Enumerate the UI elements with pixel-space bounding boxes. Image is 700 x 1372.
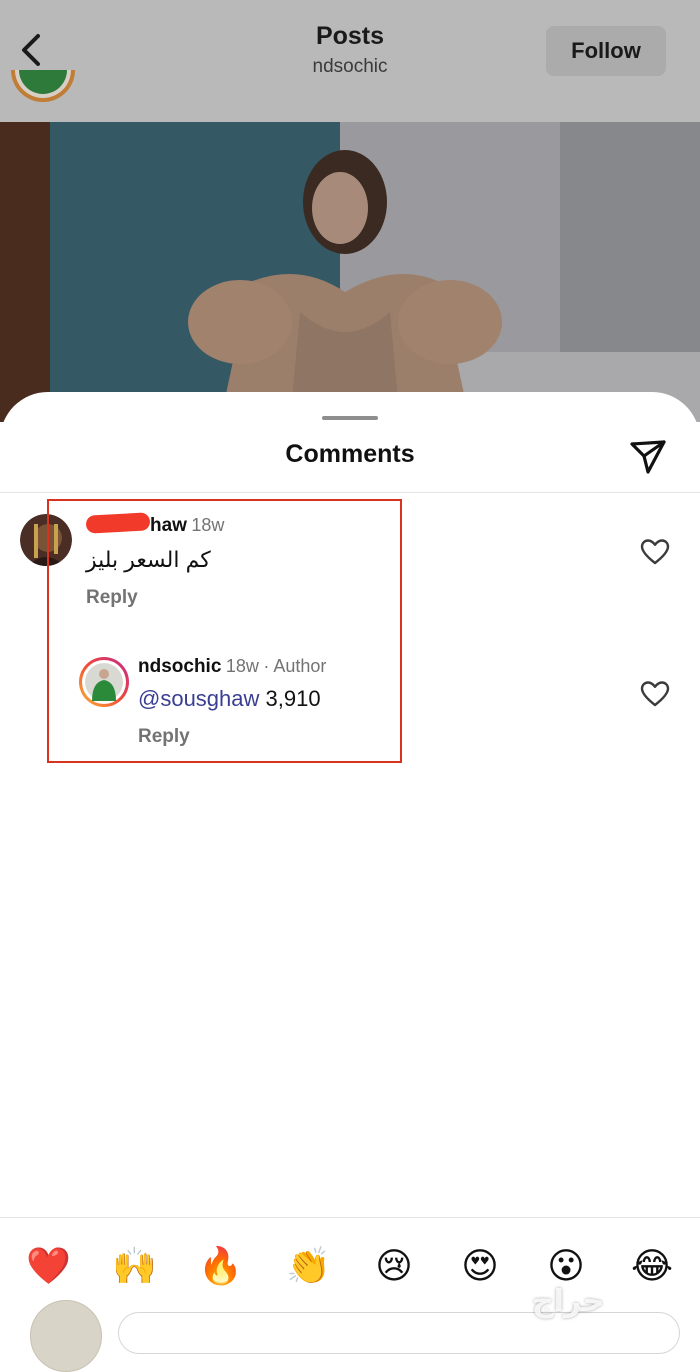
like-heart-icon[interactable] bbox=[640, 680, 670, 708]
profile-avatar[interactable] bbox=[10, 70, 76, 110]
divider bbox=[0, 492, 700, 493]
sheet-drag-handle[interactable] bbox=[322, 416, 378, 420]
emoji-crying-face[interactable]: 😢 bbox=[372, 1244, 416, 1288]
emoji-surprised-face[interactable]: 😮 bbox=[544, 1244, 588, 1288]
like-heart-icon[interactable] bbox=[640, 538, 670, 566]
highlight-annotation-box bbox=[47, 499, 402, 763]
emoji-raising-hands[interactable]: 🙌 bbox=[112, 1244, 157, 1288]
emoji-red-heart[interactable]: ❤️ bbox=[26, 1244, 71, 1288]
emoji-heart-eyes[interactable]: 😍 bbox=[458, 1244, 502, 1288]
post-image bbox=[0, 122, 700, 422]
send-icon[interactable] bbox=[628, 436, 668, 476]
comments-title: Comments bbox=[285, 440, 415, 468]
follow-button[interactable]: Follow bbox=[546, 26, 666, 76]
watermark-logo: حراج bbox=[532, 1284, 605, 1319]
comments-sheet: Comments haw 18w كم السعر بليز Reply nds… bbox=[0, 392, 700, 1326]
emoji-fire[interactable]: 🔥 bbox=[198, 1244, 243, 1288]
top-bar: Posts ndsochic Follow bbox=[0, 0, 700, 122]
emoji-tears-of-joy[interactable]: 😂 bbox=[630, 1244, 674, 1288]
emoji-clapping-hands[interactable]: 👏 bbox=[286, 1244, 331, 1288]
current-user-avatar bbox=[30, 1300, 102, 1372]
